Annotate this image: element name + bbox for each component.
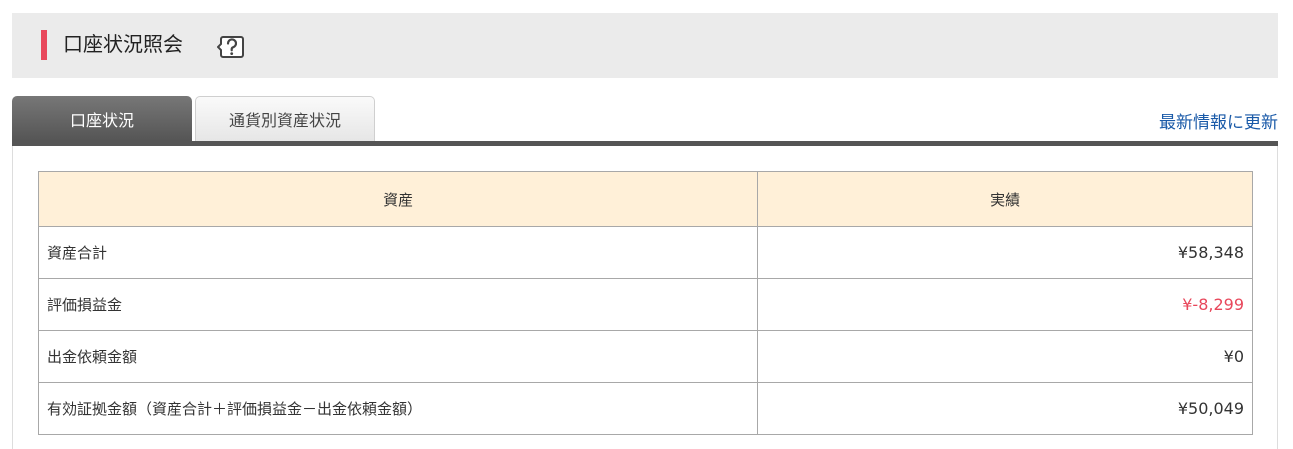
row-value-total-assets: ¥58,348 [757,226,1253,279]
table-row: 資産合計 ¥58,348 [37,226,1253,279]
page-header: 口座状況照会 [12,13,1278,78]
table-row: 評価損益金 ¥-8,299 [37,278,1253,331]
table-row: 有効証拠金額（資産合計＋評価損益金－出金依頼金額） ¥50,049 [37,382,1253,435]
header-accent-bar [41,30,47,60]
row-value-withdrawal-request: ¥0 [757,330,1253,383]
row-label-effective-margin: 有効証拠金額（資産合計＋評価損益金－出金依頼金額） [37,382,759,435]
column-header-asset: 資産 [37,171,759,227]
table-header-row: 資産 実績 [37,171,1253,227]
table-row: 出金依頼金額 ¥0 [37,330,1253,383]
row-value-unrealized-pl: ¥-8,299 [757,278,1253,331]
refresh-link[interactable]: 最新情報に更新 [1159,108,1278,133]
row-label-total-assets: 資産合計 [37,226,759,279]
row-label-unrealized-pl: 評価損益金 [37,278,759,331]
help-question-icon[interactable] [216,34,245,60]
account-status-table: 資産 実績 資産合計 ¥58,348 評価損益金 ¥-8,299 出金依頼金額 … [37,171,1253,435]
page-title: 口座状況照会 [63,32,183,56]
row-label-withdrawal-request: 出金依頼金額 [37,330,759,383]
row-value-effective-margin: ¥50,049 [757,382,1253,435]
tab-currency-assets[interactable]: 通貨別資産状況 [195,96,375,141]
tab-account-status[interactable]: 口座状況 [12,96,192,141]
column-header-result: 実績 [757,171,1253,227]
